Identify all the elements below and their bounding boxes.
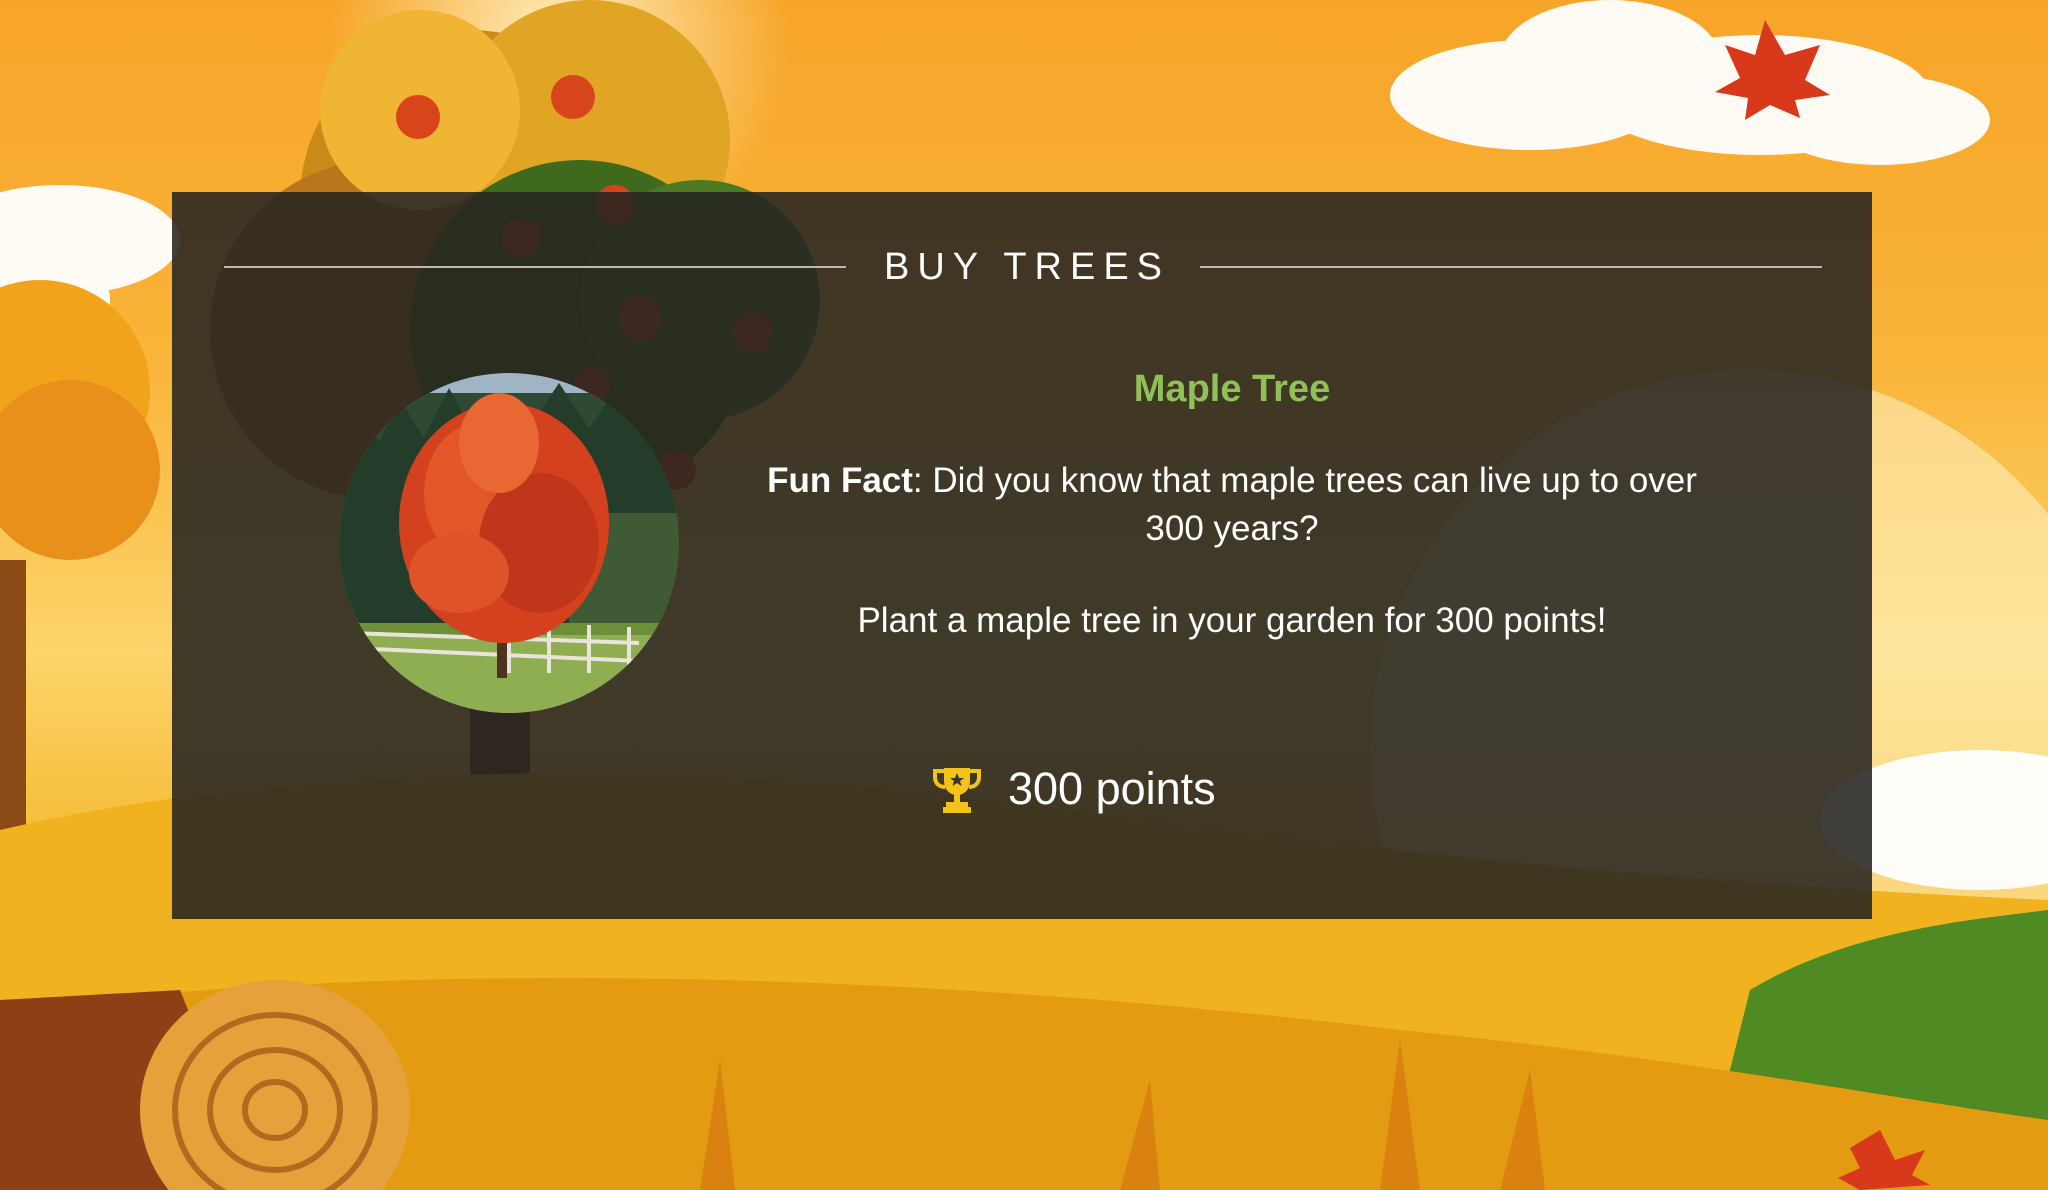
title-divider-right (1200, 266, 1823, 268)
offer-text: Plant a maple tree in your garden for 30… (857, 601, 1607, 640)
price-button[interactable]: 300 points (930, 762, 1216, 816)
maple-tree-photo[interactable] (339, 373, 679, 713)
autumn-background-scene: BUY TREES Maple Tree Fun Fact: Did you k… (0, 0, 2048, 1190)
title-divider-left (224, 266, 846, 268)
fun-fact-label: Fun Fact (767, 461, 913, 500)
panel-header: BUY TREES (224, 242, 1823, 292)
tree-name: Maple Tree (1133, 368, 1331, 410)
trophy-icon (933, 768, 981, 813)
tree-info: Maple Tree Fun Fact: Did you know that m… (732, 362, 1732, 641)
fun-fact: Fun Fact: Did you know that maple trees … (752, 457, 1712, 553)
fun-fact-text: : Did you know that maple trees can live… (912, 461, 1697, 548)
price-label: 300 points (1008, 763, 1216, 814)
maple-tree-image (339, 373, 679, 713)
page-title: BUY TREES (884, 245, 1171, 288)
buy-trees-panel: BUY TREES Maple Tree Fun Fact: Did you k… (172, 192, 1872, 919)
